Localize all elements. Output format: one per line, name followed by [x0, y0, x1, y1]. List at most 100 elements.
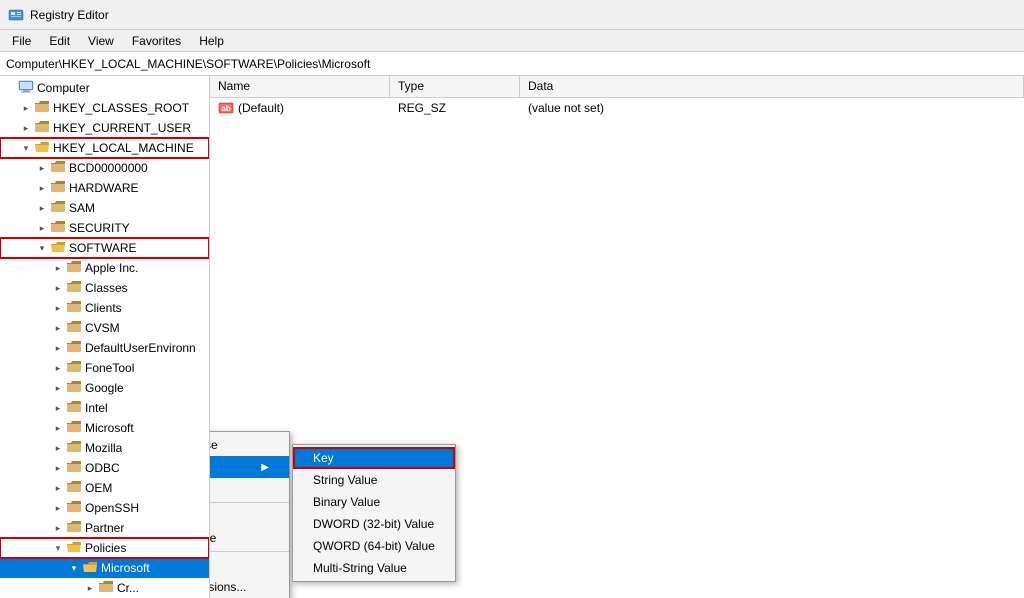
expander-computer[interactable] — [2, 80, 18, 96]
expander-sam[interactable]: ▸ — [34, 200, 50, 216]
tree-node-microsoft_pol[interactable]: ▾ Microsoft — [0, 558, 209, 578]
menu-view[interactable]: View — [80, 32, 122, 50]
app-icon — [8, 7, 24, 23]
tree-node-mozilla[interactable]: ▸ Mozilla — [0, 438, 209, 458]
tree-node-software[interactable]: ▾ SOFTWARE — [0, 238, 209, 258]
expander-software[interactable]: ▾ — [34, 240, 50, 256]
expander-policies[interactable]: ▾ — [50, 540, 66, 556]
menu-edit[interactable]: Edit — [41, 32, 78, 50]
tree-node-computer[interactable]: Computer — [0, 78, 209, 98]
computer-icon — [18, 80, 34, 94]
tree-node-security[interactable]: ▸ SECURITY — [0, 218, 209, 238]
context-menu-item-new[interactable]: New▶ — [210, 456, 289, 478]
submenu-item-string_value[interactable]: String Value — [293, 469, 455, 491]
submenu-item-binary_value[interactable]: Binary Value — [293, 491, 455, 513]
tree-node-intel[interactable]: ▸ Intel — [0, 398, 209, 418]
tree-node-hkey_local_machine[interactable]: ▾ HKEY_LOCAL_MACHINE — [0, 138, 209, 158]
tree-node-google[interactable]: ▸ Google — [0, 378, 209, 398]
tree-node-cr[interactable]: ▸ Cr... — [0, 578, 209, 598]
tree-node-odbc[interactable]: ▸ ODBC — [0, 458, 209, 478]
folder-icon — [66, 540, 82, 554]
folder-icon — [66, 500, 82, 514]
expander-security[interactable]: ▸ — [34, 220, 50, 236]
cell-type: REG_SZ — [390, 101, 520, 115]
folder-icon — [66, 260, 82, 274]
tree-node-cvsm[interactable]: ▸ CVSM — [0, 318, 209, 338]
tree-node-policies[interactable]: ▾ Policies — [0, 538, 209, 558]
submenu-item-dword_value[interactable]: DWORD (32-bit) Value — [293, 513, 455, 535]
expander-intel[interactable]: ▸ — [50, 400, 66, 416]
expander-cvsm[interactable]: ▸ — [50, 320, 66, 336]
tree-node-oem[interactable]: ▸ OEM — [0, 478, 209, 498]
folder-icon — [50, 160, 66, 174]
expander-microsoft_pol[interactable]: ▾ — [66, 560, 82, 576]
context-menu-item-export[interactable]: Export — [210, 554, 289, 576]
menu-file[interactable]: File — [4, 32, 39, 50]
expander-oem[interactable]: ▸ — [50, 480, 66, 496]
tree-node-hkey_classes_root[interactable]: ▸ HKEY_CLASSES_ROOT — [0, 98, 209, 118]
expander-defaultuserenvironn[interactable]: ▸ — [50, 340, 66, 356]
tree-label-intel: Intel — [85, 401, 108, 415]
tree-label-classes: Classes — [85, 281, 128, 295]
tree-node-apple[interactable]: ▸ Apple Inc. — [0, 258, 209, 278]
col-header-data: Data — [520, 76, 1024, 97]
expander-openssh[interactable]: ▸ — [50, 500, 66, 516]
context-menu-label-collapse: Collapse — [210, 438, 218, 452]
tree-node-openssh[interactable]: ▸ OpenSSH — [0, 498, 209, 518]
expander-clients[interactable]: ▸ — [50, 300, 66, 316]
tree-node-bcd[interactable]: ▸ BCD00000000 — [0, 158, 209, 178]
tree-node-hardware[interactable]: ▸ HARDWARE — [0, 178, 209, 198]
data-row[interactable]: ab (Default)REG_SZ(value not set) — [210, 98, 1024, 118]
tree-label-openssh: OpenSSH — [85, 501, 139, 515]
context-menu-item-rename[interactable]: Rename — [210, 527, 289, 549]
expander-partner[interactable]: ▸ — [50, 520, 66, 536]
expander-apple[interactable]: ▸ — [50, 260, 66, 276]
folder-icon — [66, 360, 82, 374]
tree-node-clients[interactable]: ▸ Clients — [0, 298, 209, 318]
expander-cr[interactable]: ▸ — [82, 580, 98, 596]
tree-node-microsoft[interactable]: ▸ Microsoft — [0, 418, 209, 438]
menu-help[interactable]: Help — [191, 32, 232, 50]
expander-microsoft[interactable]: ▸ — [50, 420, 66, 436]
submenu[interactable]: KeyString ValueBinary ValueDWORD (32-bit… — [292, 444, 456, 582]
expander-bcd[interactable]: ▸ — [34, 160, 50, 176]
submenu-item-multi_string[interactable]: Multi-String Value — [293, 557, 455, 579]
expander-hardware[interactable]: ▸ — [34, 180, 50, 196]
tree-node-fonetool[interactable]: ▸ FoneTool — [0, 358, 209, 378]
expander-hkey_current_user[interactable]: ▸ — [18, 120, 34, 136]
tree-node-sam[interactable]: ▸ SAM — [0, 198, 209, 218]
context-menu-item-delete[interactable]: Delete — [210, 505, 289, 527]
tree-label-hardware: HARDWARE — [69, 181, 139, 195]
expander-google[interactable]: ▸ — [50, 380, 66, 396]
expander-fonetool[interactable]: ▸ — [50, 360, 66, 376]
svg-text:ab: ab — [221, 104, 230, 113]
folder-icon — [66, 480, 82, 494]
tree-node-defaultuserenvironn[interactable]: ▸ DefaultUserEnvironn — [0, 338, 209, 358]
tree-panel[interactable]: Computer▸ HKEY_CLASSES_ROOT▸ HKEY_CURREN… — [0, 76, 210, 598]
menu-favorites[interactable]: Favorites — [124, 32, 189, 50]
context-menu-item-find[interactable]: Find... — [210, 478, 289, 500]
tree-node-classes[interactable]: ▸ Classes — [0, 278, 209, 298]
folder-icon — [66, 520, 82, 534]
expander-classes[interactable]: ▸ — [50, 280, 66, 296]
tree-label-mozilla: Mozilla — [85, 441, 122, 455]
submenu-item-qword_value[interactable]: QWORD (64-bit) Value — [293, 535, 455, 557]
tree-node-partner[interactable]: ▸ Partner — [0, 518, 209, 538]
tree-node-hkey_current_user[interactable]: ▸ HKEY_CURRENT_USER — [0, 118, 209, 138]
expander-hkey_classes_root[interactable]: ▸ — [18, 100, 34, 116]
expander-hkey_local_machine[interactable]: ▾ — [18, 140, 34, 156]
submenu-item-key[interactable]: Key — [293, 447, 455, 469]
context-menu[interactable]: Collapse New▶Find... DeleteRename ExportPer… — [210, 431, 290, 598]
tree-label-oem: OEM — [85, 481, 112, 495]
context-menu-item-collapse[interactable]: Collapse — [210, 434, 289, 456]
expander-mozilla[interactable]: ▸ — [50, 440, 66, 456]
folder-icon — [66, 320, 82, 334]
tree-label-partner: Partner — [85, 521, 124, 535]
folder-icon — [66, 280, 82, 294]
expander-odbc[interactable]: ▸ — [50, 460, 66, 476]
context-menu-item-permissions[interactable]: Permissions... — [210, 576, 289, 598]
folder-icon — [66, 460, 82, 474]
col-header-type: Type — [390, 76, 520, 97]
folder-icon — [50, 200, 66, 214]
default-value-icon: ab — [218, 101, 234, 115]
